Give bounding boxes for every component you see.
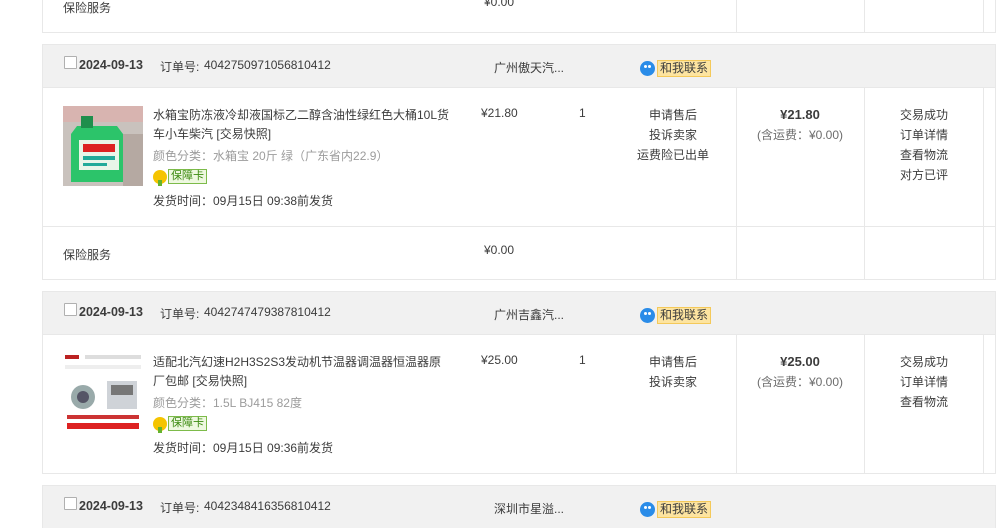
order-date: 2024-09-13 (79, 499, 143, 513)
wangwang-chat-icon (640, 60, 655, 76)
reviewed-link[interactable]: 对方已评 (865, 165, 983, 185)
service-links: 申请售后 投诉卖家 (633, 352, 713, 392)
shop-name-link[interactable]: 广州傲天汽... (494, 59, 564, 76)
divider (864, 0, 865, 32)
order-date: 2024-09-13 (79, 58, 143, 72)
contact-seller-button[interactable]: 和我联系 (640, 500, 712, 518)
service-links: 申请售后 投诉卖家 运费险已出单 (633, 105, 713, 165)
guarantee-icon (153, 416, 167, 433)
order-header: 2024-09-13 订单号: 4042348416356810412 深圳市星… (43, 486, 995, 528)
product-title-link[interactable]: 适配北汽幻速H2H3S2S3发动机节温器调温器恒温器原厂包邮 [交易快照] (153, 353, 453, 391)
divider (864, 227, 865, 279)
order-detail-link[interactable]: 订单详情 (865, 372, 983, 392)
product-spec: 颜色分类：1.5L BJ415 82度 (153, 396, 302, 410)
guarantee-icon (153, 169, 167, 186)
order-status: 交易成功 订单详情 查看物流 (865, 352, 983, 412)
order-total: ¥21.80 (含运费：¥0.00) (736, 105, 864, 145)
order-number-label: 订单号: (160, 307, 200, 321)
insurance-price: ¥0.00 (484, 243, 515, 257)
ship-time: 发货时间：09月15日 09:36前发货 (153, 441, 334, 455)
contact-seller-label: 和我联系 (657, 59, 712, 77)
order-number: 4042348416356810412 (204, 499, 331, 513)
order-number: 4042750971056810412 (204, 58, 331, 72)
unit-price: ¥21.80 (481, 106, 518, 120)
divider (864, 335, 865, 473)
insurance-price: ¥0.00 (484, 0, 515, 9)
wangwang-chat-icon (640, 307, 655, 323)
status-text: 交易成功 (899, 108, 948, 122)
unit-price: ¥25.00 (481, 353, 518, 367)
trade-snapshot-link[interactable]: [交易快照] (192, 374, 247, 388)
complain-seller-link[interactable]: 投诉卖家 (633, 125, 713, 145)
quantity: 1 (579, 353, 586, 367)
freight-insurance-link[interactable]: 运费险已出单 (633, 145, 713, 165)
product-title-link[interactable]: 水箱宝防冻液冷却液国标乙二醇含油性绿红色大桶10L货车小车柴汽 [交易快照] (153, 106, 453, 144)
order-card: 2024-09-13 订单号: 4042747479387810412 广州吉鑫… (42, 291, 996, 474)
guarantee-label: 保障卡 (168, 169, 207, 184)
order-header: 2024-09-13 订单号: 4042747479387810412 广州吉鑫… (43, 292, 995, 335)
order-card: 2024-09-13 订单号: 4042348416356810412 深圳市星… (42, 485, 996, 528)
insurance-row: 保险服务 ¥0.00 (42, 0, 996, 33)
order-status: 交易成功 订单详情 查看物流 对方已评 (865, 105, 983, 185)
order-list: 保险服务 ¥0.00 2024-09-13 订单号: 4042750971056… (42, 0, 996, 528)
divider (736, 227, 737, 279)
shop-name-link[interactable]: 广州吉鑫汽... (494, 306, 564, 323)
product-thumbnail[interactable] (63, 353, 143, 433)
wangwang-chat-icon (640, 501, 655, 517)
order-item-row: 水箱宝防冻液冷却液国标乙二醇含油性绿红色大桶10L货车小车柴汽 [交易快照] 颜… (43, 88, 995, 226)
guarantee-card-badge[interactable]: 保障卡 (153, 415, 207, 433)
complain-seller-link[interactable]: 投诉卖家 (633, 372, 713, 392)
insurance-label: 保险服务 (63, 248, 112, 262)
divider (736, 0, 737, 32)
order-number-label: 订单号: (160, 501, 200, 515)
shipping-fee: (含运费：¥0.00) (756, 375, 844, 389)
divider (983, 335, 984, 473)
order-header: 2024-09-13 订单号: 4042750971056810412 广州傲天… (43, 45, 995, 88)
contact-seller-button[interactable]: 和我联系 (640, 59, 712, 77)
order-number-label: 订单号: (160, 60, 200, 74)
trade-snapshot-link[interactable]: [交易快照] (216, 127, 271, 141)
guarantee-card-badge[interactable]: 保障卡 (153, 168, 207, 186)
view-logistics-link[interactable]: 查看物流 (865, 145, 983, 165)
order-item-row: 适配北汽幻速H2H3S2S3发动机节温器调温器恒温器原厂包邮 [交易快照] 颜色… (43, 335, 995, 473)
view-logistics-link[interactable]: 查看物流 (865, 392, 983, 412)
status-text: 交易成功 (899, 355, 948, 369)
order-checkbox[interactable] (64, 303, 77, 316)
apply-after-sales-link[interactable]: 申请售后 (633, 105, 713, 125)
total-amount: ¥21.80 (780, 107, 820, 122)
order-date: 2024-09-13 (79, 305, 143, 319)
apply-after-sales-link[interactable]: 申请售后 (633, 352, 713, 372)
guarantee-label: 保障卡 (168, 416, 207, 431)
product-spec: 颜色分类：水箱宝 20斤 绿（广东省内22.9） (153, 149, 389, 163)
divider (983, 88, 984, 226)
order-checkbox[interactable] (64, 497, 77, 510)
quantity: 1 (579, 106, 586, 120)
shipping-fee: (含运费：¥0.00) (756, 128, 844, 142)
order-card: 2024-09-13 订单号: 4042750971056810412 广州傲天… (42, 44, 996, 280)
order-checkbox[interactable] (64, 56, 77, 69)
divider (736, 88, 737, 226)
divider (864, 88, 865, 226)
divider (983, 227, 984, 279)
order-detail-link[interactable]: 订单详情 (865, 125, 983, 145)
insurance-label: 保险服务 (63, 1, 112, 15)
contact-seller-button[interactable]: 和我联系 (640, 306, 712, 324)
shop-name-link[interactable]: 深圳市星溢... (494, 500, 564, 517)
contact-seller-label: 和我联系 (657, 306, 712, 324)
divider (736, 335, 737, 473)
total-amount: ¥25.00 (780, 354, 820, 369)
product-thumbnail[interactable] (63, 106, 143, 186)
insurance-row: 保险服务 ¥0.00 (43, 226, 995, 279)
product-title[interactable]: 水箱宝防冻液冷却液国标乙二醇含油性绿红色大桶10L货车小车柴汽 (153, 108, 449, 141)
divider (983, 0, 984, 32)
order-total: ¥25.00 (含运费：¥0.00) (736, 352, 864, 392)
contact-seller-label: 和我联系 (657, 500, 712, 518)
order-number: 4042747479387810412 (204, 305, 331, 319)
ship-time: 发货时间：09月15日 09:38前发货 (153, 194, 334, 208)
